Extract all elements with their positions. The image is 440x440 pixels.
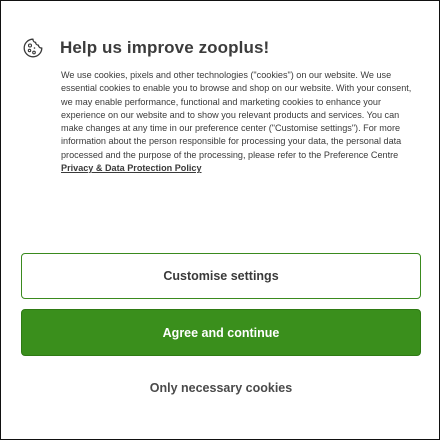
consent-description: We use cookies, pixels and other technol… — [61, 69, 417, 175]
only-necessary-cookies-button[interactable]: Only necessary cookies — [21, 373, 421, 403]
dialog-title: Help us improve zooplus! — [60, 38, 270, 57]
dialog-header: Help us improve zooplus! — [22, 37, 269, 59]
cookie-consent-dialog: Help us improve zooplus! We use cookies,… — [0, 0, 440, 440]
consent-description-text: We use cookies, pixels and other technol… — [61, 70, 412, 160]
cookie-icon — [22, 37, 44, 59]
customise-settings-button[interactable]: Customise settings — [21, 253, 421, 299]
agree-and-continue-button[interactable]: Agree and continue — [21, 309, 421, 356]
privacy-policy-link[interactable]: Privacy & Data Protection Policy — [61, 163, 202, 173]
